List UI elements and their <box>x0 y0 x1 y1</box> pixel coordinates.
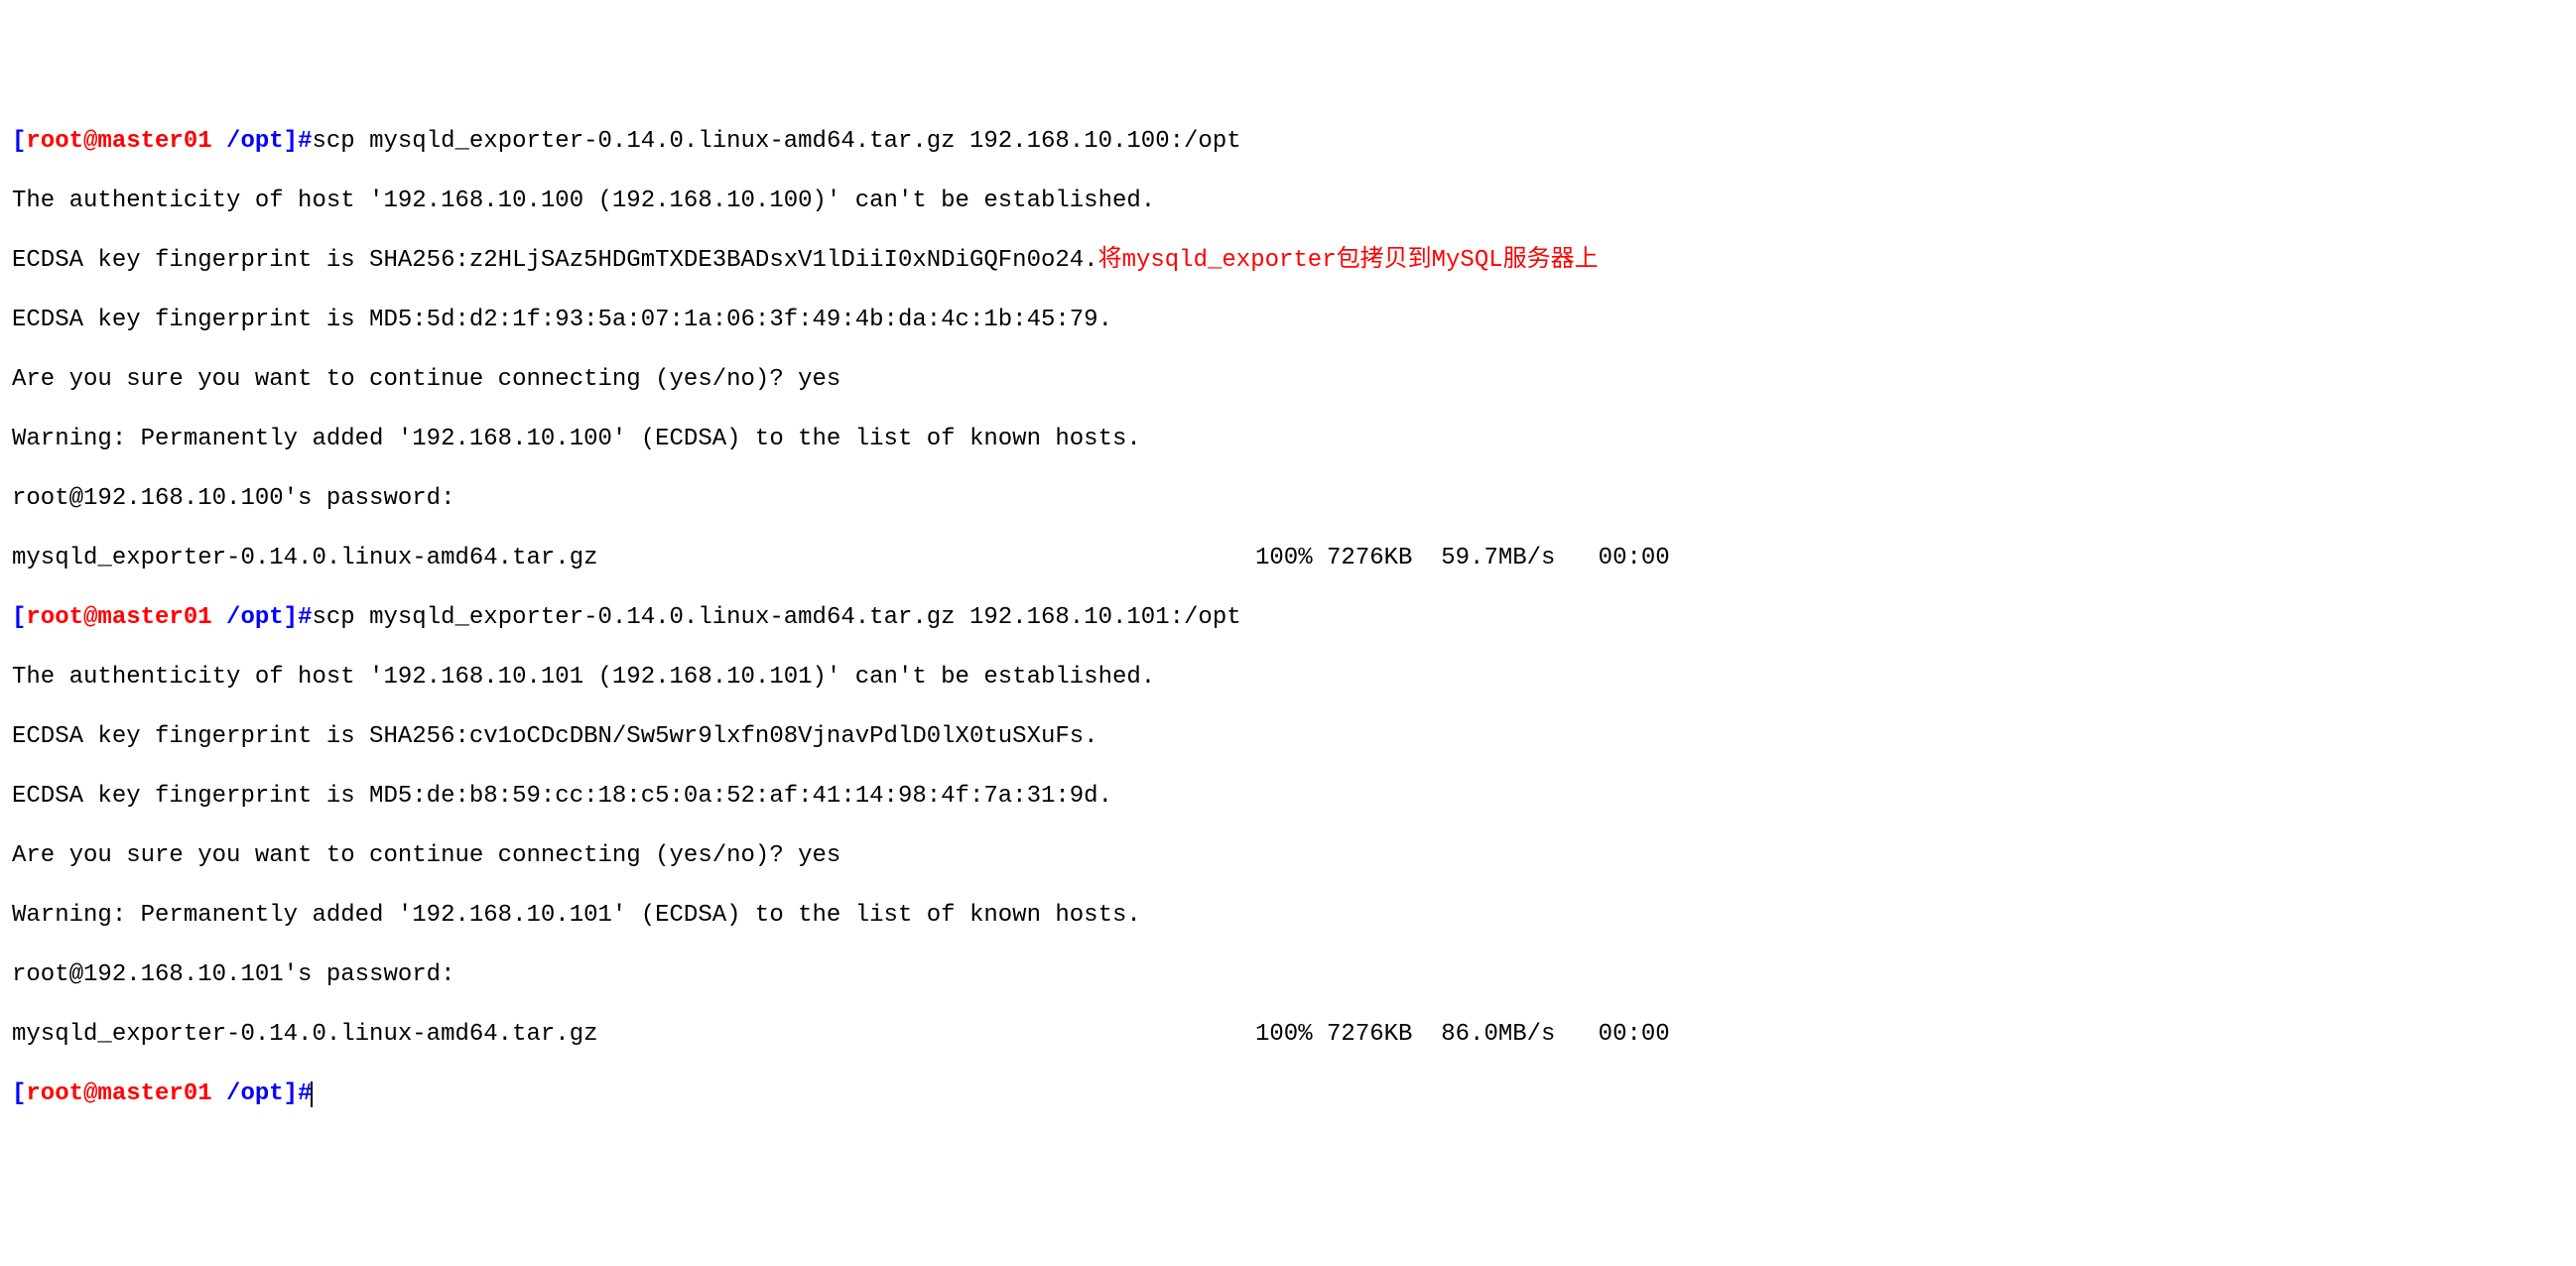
output-text: mysqld_exporter-0.14.0.linux-amd64.tar.g… <box>12 1021 1727 1048</box>
output-text: Warning: Permanently added '192.168.10.1… <box>12 902 1141 929</box>
prompt-lbracket: [ <box>12 128 26 155</box>
output-text: The authenticity of host '192.168.10.100… <box>12 188 1155 214</box>
output-confirm-1: Are you sure you want to continue connec… <box>12 365 2564 395</box>
prompt-at: @ <box>83 604 97 631</box>
cursor-icon <box>311 1081 313 1107</box>
prompt-lbracket: [ <box>12 604 26 631</box>
prompt-line-2[interactable]: [root@master01 /opt]#scp mysqld_exporter… <box>12 603 2564 633</box>
prompt-user: root <box>26 128 83 155</box>
output-password-prompt-1: root@192.168.10.100's password: <box>12 484 2564 514</box>
prompt-host: master01 <box>97 604 211 631</box>
output-fingerprint-md5-2: ECDSA key fingerprint is MD5:de:b8:59:cc… <box>12 782 2564 812</box>
output-text: Are you sure you want to continue connec… <box>12 842 840 869</box>
prompt-user: root <box>26 1080 83 1107</box>
prompt-rbracket: ] <box>284 128 298 155</box>
prompt-path: /opt <box>226 1080 284 1107</box>
prompt-path: /opt <box>226 604 284 631</box>
output-text: ECDSA key fingerprint is SHA256:z2HLjSAz… <box>12 247 1098 274</box>
output-text: root@192.168.10.100's password: <box>12 485 469 512</box>
output-progress-2: mysqld_exporter-0.14.0.linux-amd64.tar.g… <box>12 1020 2564 1050</box>
output-text: Warning: Permanently added '192.168.10.1… <box>12 426 1141 452</box>
output-text: Are you sure you want to continue connec… <box>12 366 840 393</box>
prompt-at: @ <box>83 1080 97 1107</box>
prompt-rbracket: ] <box>284 604 298 631</box>
output-authenticity-1: The authenticity of host '192.168.10.100… <box>12 187 2564 216</box>
prompt-lbracket: [ <box>12 1080 26 1107</box>
output-text: mysqld_exporter-0.14.0.linux-amd64.tar.g… <box>12 545 1727 571</box>
output-warning-2: Warning: Permanently added '192.168.10.1… <box>12 901 2564 931</box>
prompt-space <box>212 1080 226 1107</box>
output-text: root@192.168.10.101's password: <box>12 961 469 988</box>
output-text: ECDSA key fingerprint is MD5:5d:d2:1f:93… <box>12 307 1112 333</box>
prompt-space <box>212 128 226 155</box>
output-password-prompt-2: root@192.168.10.101's password: <box>12 960 2564 990</box>
prompt-hash: # <box>298 604 312 631</box>
output-fingerprint-sha256-1: ECDSA key fingerprint is SHA256:z2HLjSAz… <box>12 246 2564 276</box>
annotation-text: 将mysqld_exporter包拷贝到MySQL服务器上 <box>1098 247 1599 274</box>
output-fingerprint-sha256-2: ECDSA key fingerprint is SHA256:cv1oCDcD… <box>12 722 2564 752</box>
prompt-hash: # <box>298 1080 312 1107</box>
output-text: The authenticity of host '192.168.10.101… <box>12 664 1155 691</box>
prompt-at: @ <box>83 128 97 155</box>
output-text: ECDSA key fingerprint is SHA256:cv1oCDcD… <box>12 723 1098 750</box>
output-progress-1: mysqld_exporter-0.14.0.linux-amd64.tar.g… <box>12 544 2564 573</box>
prompt-rbracket: ] <box>284 1080 298 1107</box>
command-text: scp mysqld_exporter-0.14.0.linux-amd64.t… <box>312 128 1240 155</box>
prompt-path: /opt <box>226 128 284 155</box>
output-fingerprint-md5-1: ECDSA key fingerprint is MD5:5d:d2:1f:93… <box>12 306 2564 335</box>
prompt-user: root <box>26 604 83 631</box>
output-text: ECDSA key fingerprint is MD5:de:b8:59:cc… <box>12 783 1112 810</box>
output-authenticity-2: The authenticity of host '192.168.10.101… <box>12 663 2564 693</box>
output-warning-1: Warning: Permanently added '192.168.10.1… <box>12 425 2564 454</box>
prompt-host: master01 <box>97 128 211 155</box>
prompt-line-1[interactable]: [root@master01 /opt]#scp mysqld_exporter… <box>12 127 2564 157</box>
output-confirm-2: Are you sure you want to continue connec… <box>12 841 2564 871</box>
prompt-hash: # <box>298 128 312 155</box>
prompt-space <box>212 604 226 631</box>
command-text: scp mysqld_exporter-0.14.0.linux-amd64.t… <box>312 604 1240 631</box>
prompt-host: master01 <box>97 1080 211 1107</box>
prompt-line-3[interactable]: [root@master01 /opt]# <box>12 1079 2564 1109</box>
